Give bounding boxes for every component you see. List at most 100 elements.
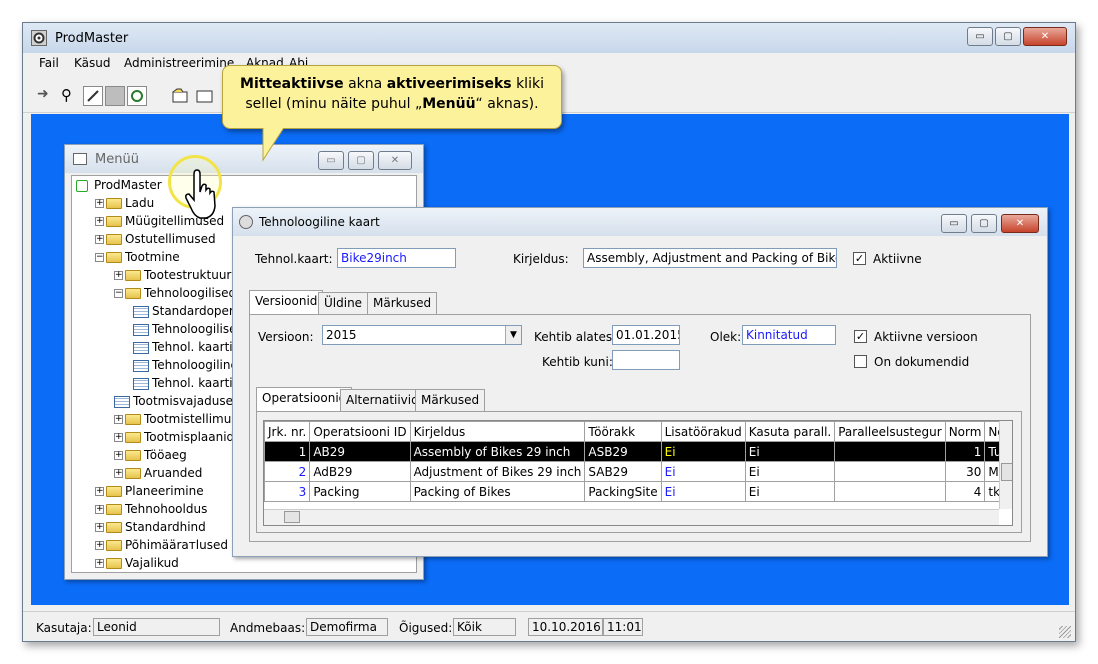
expand-icon[interactable]: − — [114, 289, 123, 298]
table-row[interactable]: 3 Packing Packing of Bikes PackingSite Ei Ei 4… — [264, 481, 1012, 502]
column-header[interactable]: Lisatöörakud — [660, 421, 746, 442]
expand-icon[interactable]: + — [114, 415, 123, 424]
expand-icon[interactable]: + — [95, 487, 104, 496]
table-cell[interactable]: Assembly of Bikes 29 inch — [409, 441, 586, 462]
expand-icon[interactable]: + — [114, 451, 123, 460]
tree-item[interactable]: + Tehnohooldus — [95, 502, 207, 520]
tree-item[interactable]: − Tehnoloogilised k — [114, 286, 247, 304]
tree-item[interactable]: + Ladu — [95, 196, 154, 214]
column-header[interactable]: Norm — [944, 421, 986, 442]
column-header[interactable]: Töörakk — [584, 421, 662, 442]
tree-item[interactable]: + Planeerimine — [95, 484, 204, 502]
new-folder-icon[interactable] — [171, 86, 191, 106]
vertical-scrollbar[interactable] — [999, 421, 1012, 509]
maximize-button[interactable]: ▢ — [995, 27, 1021, 46]
tab-versioonid[interactable]: Versioonid — [249, 290, 324, 314]
tree-item[interactable]: + Tootmisplaanid — [114, 430, 234, 448]
menu-maximize-button[interactable]: ▢ — [348, 151, 374, 170]
table-cell[interactable]: 1 — [944, 441, 986, 462]
tree-item[interactable]: + Vajalikud — [95, 556, 179, 574]
table-row[interactable]: 2 AdB29 Adjustment of Bikes 29 inch SAB29 Ei… — [264, 461, 1012, 482]
expand-icon[interactable]: + — [95, 523, 104, 532]
menu-close-button[interactable]: ✕ — [378, 151, 412, 170]
tree-item[interactable]: + Põhimäärатlused — [95, 538, 228, 556]
column-header[interactable]: Kirjeldus — [409, 421, 586, 442]
table-cell[interactable]: Ei — [660, 441, 746, 462]
expand-icon[interactable]: + — [95, 199, 104, 208]
hscroll-thumb[interactable] — [284, 511, 300, 523]
tree-item[interactable]: + Tootestruktuurid — [114, 268, 242, 286]
table-cell[interactable]: Ei — [660, 481, 746, 502]
tab-markused[interactable]: Märkused — [367, 292, 438, 314]
expand-icon[interactable]: + — [114, 271, 123, 280]
kehtib-kuni-field[interactable] — [612, 350, 680, 370]
tehnol-kaart-field[interactable]: Bike29inch — [337, 248, 456, 268]
column-header[interactable]: Kasuta parall. — [744, 421, 836, 442]
tree-item[interactable]: Tehnol. kaarti — [133, 340, 233, 358]
app-titlebar[interactable]: ProdMaster ▭ ▢ ✕ — [23, 23, 1075, 53]
tree-item[interactable]: ProdMaster — [76, 178, 162, 196]
tech-maximize-button[interactable]: ▢ — [971, 214, 997, 233]
prev-icon[interactable]: ➜ — [37, 86, 57, 106]
minimize-button[interactable]: ▭ — [967, 27, 993, 46]
aktiivne-versioon-checkbox[interactable]: ✓ — [854, 330, 867, 343]
kirjeldus-field[interactable]: Assembly, Adjustment and Packing of Bike… — [583, 248, 837, 268]
table-cell[interactable]: Ei — [660, 461, 746, 482]
kehtib-alates-field[interactable]: 01.01.2015 — [612, 325, 680, 345]
expand-icon[interactable]: + — [95, 235, 104, 244]
stop-icon[interactable] — [105, 86, 125, 106]
menu-fail[interactable]: Fail — [39, 56, 59, 70]
table-cell[interactable]: ASB29 — [584, 441, 662, 462]
table-cell[interactable]: AB29 — [309, 441, 411, 462]
close-button[interactable]: ✕ — [1023, 27, 1067, 46]
tech-window-titlebar[interactable]: Tehnoloogiline kaart ▭ ▢ ✕ — [233, 208, 1047, 236]
column-header[interactable]: Jrk. nr. — [264, 421, 311, 442]
table-cell[interactable] — [834, 461, 946, 482]
expand-icon[interactable]: + — [114, 469, 123, 478]
tab-alternatiivid[interactable]: Alternatiivid — [340, 389, 425, 411]
table-cell[interactable]: Packing — [309, 481, 411, 502]
table-cell[interactable] — [834, 441, 946, 462]
table-cell[interactable]: 1 — [264, 441, 311, 462]
refresh-icon[interactable] — [127, 86, 147, 106]
expand-icon[interactable]: + — [95, 559, 104, 568]
tree-item[interactable]: Standardoper — [133, 304, 234, 322]
column-header[interactable]: Paralleelsustegur — [834, 421, 946, 442]
menu-minimize-button[interactable]: ▭ — [318, 151, 344, 170]
resize-grip[interactable] — [1059, 626, 1071, 638]
tree-item[interactable]: + Aruanded — [114, 466, 202, 484]
vscroll-thumb[interactable] — [1001, 463, 1012, 481]
tree-item[interactable]: − Tootmine — [95, 250, 180, 268]
tab-operatsioonid[interactable]: Operatsioonid — [256, 387, 353, 411]
versioon-dropdown[interactable]: 2015 ▼ — [322, 325, 522, 345]
tech-close-button[interactable]: ✕ — [1001, 214, 1039, 233]
chevron-down-icon[interactable]: ▼ — [505, 326, 521, 344]
table-cell[interactable]: 2 — [264, 461, 311, 482]
table-cell[interactable]: AdB29 — [309, 461, 411, 482]
table-cell[interactable]: PackingSite — [584, 481, 662, 502]
table-cell[interactable]: Packing of Bikes — [409, 481, 586, 502]
tree-item[interactable]: + Tööaeg — [114, 448, 187, 466]
table-cell[interactable]: SAB29 — [584, 461, 662, 482]
tree-item[interactable]: + Standardhind — [95, 520, 206, 538]
menu-administreerimine[interactable]: Administreerimine — [124, 56, 234, 70]
on-dokumendid-checkbox[interactable] — [854, 355, 867, 368]
table-cell[interactable]: Ei — [744, 481, 836, 502]
tab-markused-sub[interactable]: Märkused — [415, 389, 486, 411]
expand-icon[interactable]: + — [95, 541, 104, 550]
expand-icon[interactable]: + — [95, 217, 104, 226]
aktiivne-checkbox[interactable]: ✓ — [853, 252, 866, 265]
tech-card-window[interactable]: Tehnoloogiline kaart ▭ ▢ ✕ Tehnol.kaart:… — [232, 207, 1048, 557]
tab-uldine[interactable]: Üldine — [318, 292, 369, 314]
tree-item[interactable]: Tootmisvajadused — [114, 394, 241, 412]
expand-icon[interactable]: + — [114, 433, 123, 442]
olek-field[interactable]: Kinnitatud — [742, 325, 836, 345]
table-cell[interactable]: 4 — [944, 481, 986, 502]
eraser-icon[interactable] — [83, 86, 103, 106]
expand-icon[interactable]: + — [95, 505, 104, 514]
tree-item[interactable]: + Ostutellimused — [95, 232, 216, 250]
open-folder-icon[interactable] — [195, 86, 215, 106]
table-cell[interactable]: Adjustment of Bikes 29 inch — [409, 461, 586, 482]
tree-item[interactable]: Tehnol. kaarti — [133, 376, 233, 394]
column-header[interactable]: Operatsiooni ID — [309, 421, 411, 442]
